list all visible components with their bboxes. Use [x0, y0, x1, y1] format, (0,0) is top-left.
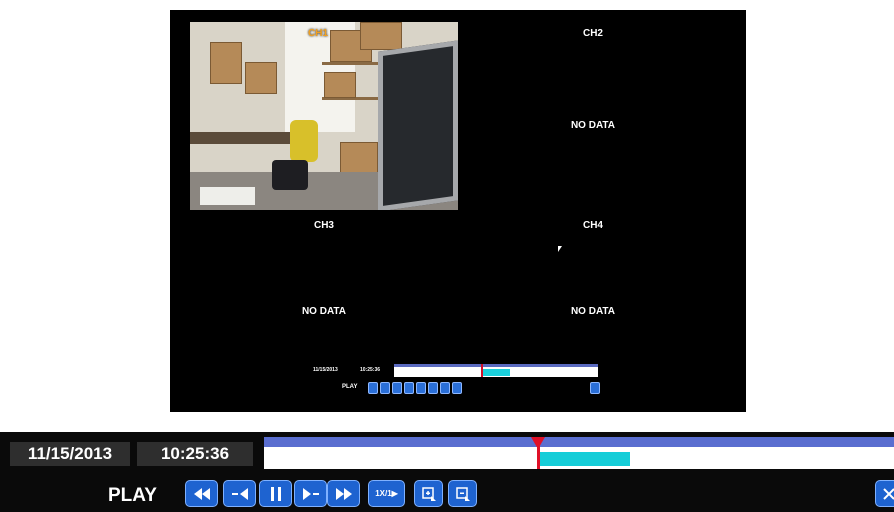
play-status-label: PLAY — [108, 485, 157, 506]
mini-time: 10:25:36 — [360, 367, 381, 373]
channel-1-label: CH1 — [308, 28, 329, 39]
playhead-marker-icon[interactable] — [531, 437, 545, 449]
timeline-header — [264, 437, 894, 447]
mini-step-back-button[interactable] — [380, 382, 390, 394]
playback-bar: 11/15/2013 10:25:36 PLAY 1X/1▶ — [0, 432, 894, 512]
channel-2-view[interactable]: CH2 NO DATA — [458, 22, 728, 214]
channel-1-view[interactable]: CH1 — [190, 22, 458, 210]
pause-button[interactable] — [259, 480, 292, 507]
step-forward-icon — [302, 487, 319, 500]
zoom-in-button[interactable] — [414, 480, 443, 507]
mini-fast-forward-button[interactable] — [416, 382, 426, 394]
channel-4-status: NO DATA — [570, 306, 616, 317]
close-button[interactable] — [875, 480, 894, 507]
mini-zoom-in-button[interactable] — [440, 382, 450, 394]
step-back-icon — [231, 487, 248, 500]
fast-forward-icon — [335, 487, 352, 500]
playback-timeline[interactable] — [264, 437, 894, 469]
mini-speed-button[interactable] — [428, 382, 438, 394]
channel-4-label: CH4 — [582, 220, 603, 231]
mini-pause-button[interactable] — [392, 382, 402, 394]
fast-forward-button[interactable] — [327, 480, 360, 507]
mini-controls — [368, 382, 462, 394]
mini-play-label: PLAY — [342, 384, 358, 390]
rewind-icon — [193, 487, 210, 500]
zoom-out-button[interactable] — [448, 480, 477, 507]
mouse-cursor-icon — [558, 246, 562, 252]
channel-2-label: CH2 — [582, 28, 603, 39]
channel-4-view[interactable]: CH4 NO DATA — [458, 214, 728, 364]
pause-icon — [270, 486, 281, 501]
mini-date: 11/15/2013 — [313, 367, 338, 373]
channel-3-status: NO DATA — [301, 306, 347, 317]
step-back-button[interactable] — [223, 480, 256, 507]
zoom-in-icon — [421, 486, 436, 501]
camera-image — [190, 22, 458, 210]
recorded-segment — [538, 452, 630, 466]
step-forward-button[interactable] — [294, 480, 327, 507]
playback-time: 10:25:36 — [137, 442, 253, 466]
channel-2-status: NO DATA — [570, 120, 616, 131]
channel-3-label: CH3 — [313, 220, 334, 231]
mini-close-button[interactable] — [590, 382, 600, 394]
zoom-out-icon — [455, 486, 470, 501]
speed-button[interactable]: 1X/1▶ — [368, 480, 405, 507]
playback-date: 11/15/2013 — [10, 442, 130, 466]
mini-rewind-button[interactable] — [368, 382, 378, 394]
mini-timeline[interactable] — [394, 364, 598, 377]
close-icon — [883, 487, 894, 500]
mini-step-forward-button[interactable] — [404, 382, 414, 394]
channel-3-view[interactable]: CH3 NO DATA — [190, 214, 458, 364]
speed-label: 1X/1▶ — [375, 489, 398, 498]
rewind-button[interactable] — [185, 480, 218, 507]
dvr-monitor: CH1 CH2 NO DATA CH3 NO DATA CH4 NO DATA … — [170, 10, 746, 412]
mini-zoom-out-button[interactable] — [452, 382, 462, 394]
